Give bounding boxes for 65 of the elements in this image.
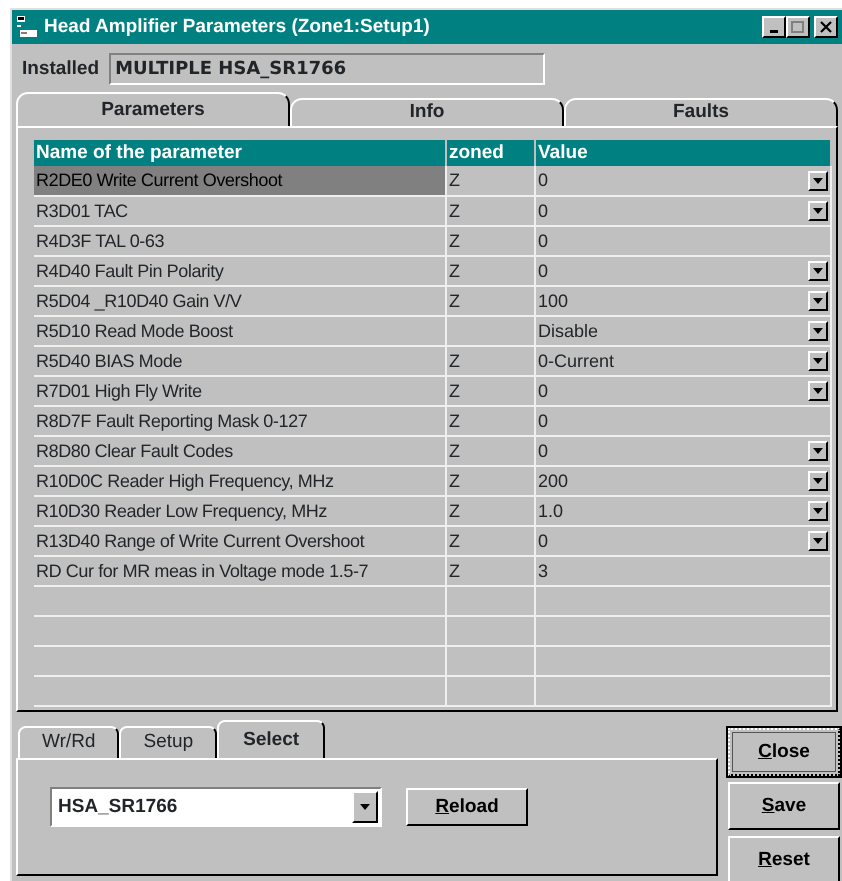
- value-cell[interactable]: 3: [538, 558, 548, 584]
- tab[interactable]: Wr/Rd: [18, 726, 120, 758]
- zoned-cell: Z: [446, 376, 535, 406]
- tab[interactable]: Faults: [564, 98, 838, 126]
- zoned-cell: Z: [446, 526, 535, 556]
- zoned-cell: Z: [446, 226, 535, 256]
- column-header[interactable]: zoned: [446, 140, 535, 166]
- value-cell[interactable]: 0: [538, 408, 548, 434]
- installed-field: MULTIPLE HSA_SR1766: [109, 53, 546, 85]
- zoned-cell: Z: [446, 436, 535, 466]
- zoned-cell: Z: [446, 466, 535, 496]
- value-cell[interactable]: 0: [538, 438, 548, 464]
- parameter-name[interactable]: R7D01 High Fly Write: [34, 376, 446, 406]
- maximize-button[interactable]: [786, 16, 810, 38]
- model-dropdown[interactable]: HSA_SR1766: [50, 787, 382, 827]
- dialog-button[interactable]: Reset: [728, 836, 840, 881]
- value-cell[interactable]: 0: [538, 378, 548, 404]
- parameter-name[interactable]: R4D3F TAL 0-63: [34, 226, 446, 256]
- tab[interactable]: Setup: [119, 726, 218, 758]
- dialog-button[interactable]: Close: [728, 728, 840, 776]
- tab[interactable]: Select: [217, 720, 326, 758]
- value-cell[interactable]: 0: [538, 228, 548, 254]
- parameter-name[interactable]: R5D40 BIAS Mode: [34, 346, 446, 376]
- zoned-cell: Z: [446, 556, 535, 586]
- zoned-cell: Z: [446, 496, 535, 526]
- minimize-icon: [770, 30, 778, 33]
- parameter-name[interactable]: R3D01 TAC: [34, 196, 446, 226]
- value-cell[interactable]: 0: [538, 528, 548, 554]
- column-header[interactable]: Name of the parameter: [34, 140, 446, 166]
- value-cell[interactable]: 100: [538, 288, 568, 314]
- value-cell[interactable]: 0: [538, 167, 548, 194]
- parameter-name[interactable]: R8D80 Clear Fault Codes: [34, 436, 446, 466]
- tab[interactable]: Info: [290, 98, 564, 126]
- installed-label: Installed: [22, 56, 100, 81]
- parameter-name[interactable]: R10D30 Reader Low Frequency, MHz: [34, 496, 446, 526]
- parameter-name[interactable]: R10D0C Reader High Frequency, MHz: [34, 466, 446, 496]
- value-cell[interactable]: 1.0: [538, 498, 564, 524]
- zoned-cell: Z: [446, 406, 535, 436]
- maximize-icon: [791, 21, 805, 33]
- window-title: Head Amplifier Parameters (Zone1:Setup1): [44, 14, 430, 39]
- zoned-cell: Z: [446, 286, 535, 316]
- zoned-cell: Z: [446, 256, 535, 286]
- parameter-name[interactable]: R5D10 Read Mode Boost: [34, 316, 446, 346]
- value-cell[interactable]: Disable: [538, 318, 598, 344]
- value-cell[interactable]: 0-Current: [538, 348, 614, 374]
- parameter-name[interactable]: R8D7F Fault Reporting Mask 0-127: [34, 406, 446, 436]
- parameter-name[interactable]: R5D04 _R10D40 Gain V/V: [34, 286, 446, 316]
- reload-button[interactable]: Reload: [406, 788, 528, 826]
- parameter-name[interactable]: RD Cur for MR meas in Voltage mode 1.5-7: [34, 556, 446, 586]
- minimize-button[interactable]: [762, 16, 786, 38]
- column-header[interactable]: Value: [535, 140, 831, 166]
- value-cell[interactable]: 0: [538, 258, 548, 284]
- close-button[interactable]: [814, 16, 838, 38]
- value-cell[interactable]: 0: [538, 198, 548, 224]
- close-icon: [819, 21, 833, 33]
- zoned-cell: Z: [446, 346, 535, 376]
- parameter-name[interactable]: R2DE0 Write Current Overshoot: [34, 166, 446, 196]
- zoned-cell: Z: [446, 196, 535, 226]
- computer-icon: [16, 15, 38, 39]
- dialog-button[interactable]: Save: [728, 782, 840, 830]
- zoned-cell: Z: [446, 166, 535, 196]
- value-cell[interactable]: 200: [538, 468, 568, 494]
- parameter-name[interactable]: R4D40 Fault Pin Polarity: [34, 256, 446, 286]
- tab[interactable]: Parameters: [16, 92, 290, 126]
- parameter-name[interactable]: R13D40 Range of Write Current Overshoot: [34, 526, 446, 556]
